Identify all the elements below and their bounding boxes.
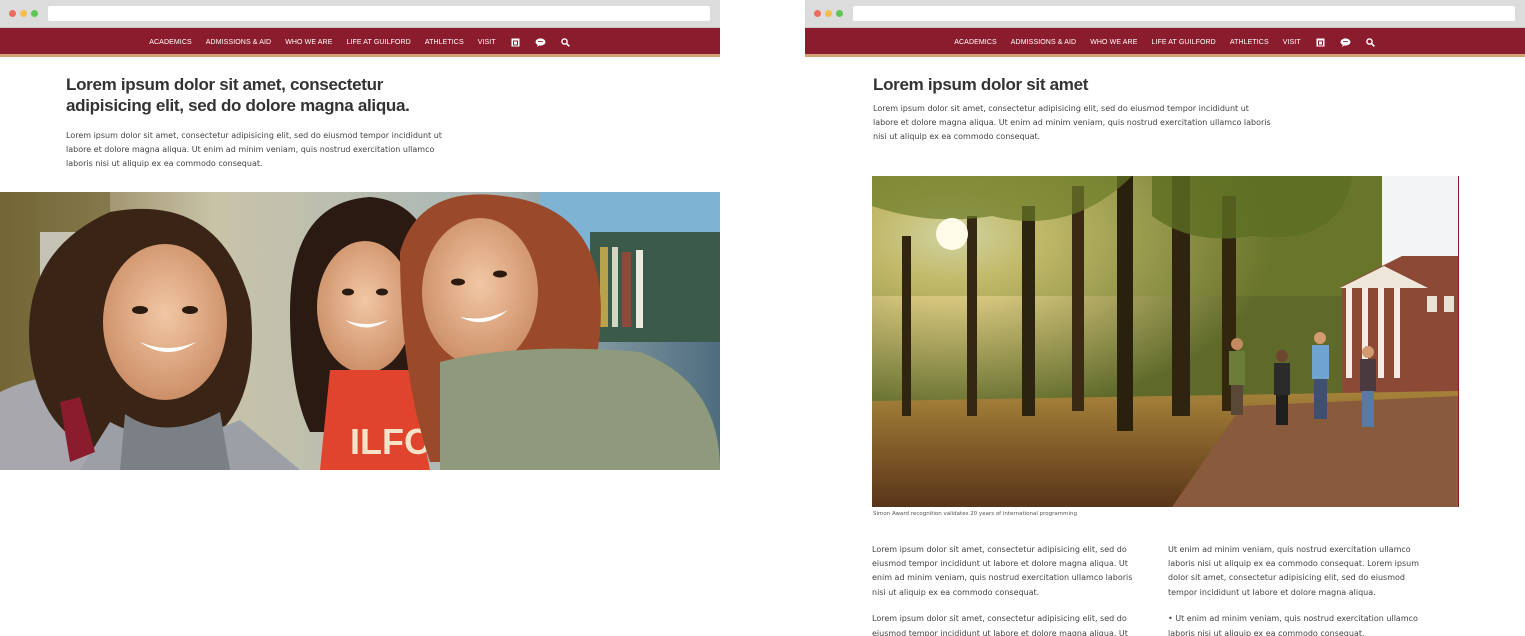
hero-image-students: ILFORD	[0, 192, 720, 470]
intro-paragraph: Lorem ipsum dolor sit amet, consectetur …	[873, 104, 1271, 142]
minimize-window-icon[interactable]	[825, 10, 832, 17]
content-column-left: Lorem ipsum dolor sit amet, consectetur …	[872, 543, 1136, 636]
browser-chrome	[805, 0, 1525, 28]
maximize-window-icon[interactable]	[31, 10, 38, 17]
nav-item-life[interactable]: Life at Guilford	[1151, 39, 1215, 46]
nav-item-visit[interactable]: Visit	[1283, 39, 1301, 46]
nav-item-athletics[interactable]: Athletics	[425, 39, 464, 46]
nav-item-academics[interactable]: Academics	[149, 39, 192, 46]
content-column-right: Ut enim ad minim veniam, quis nostrud ex…	[1168, 543, 1432, 636]
browser-window-right: Academics Admissions & Aid Who We Are Li…	[805, 0, 1525, 636]
page-headline: Lorem ipsum dolor sit amet	[873, 75, 1089, 94]
nav-item-who-we-are[interactable]: Who We Are	[1090, 39, 1137, 46]
nav-item-who-we-are[interactable]: Who We Are	[285, 39, 332, 46]
nav-item-admissions[interactable]: Admissions & Aid	[206, 39, 271, 46]
search-icon[interactable]	[1365, 37, 1376, 48]
nav-item-academics[interactable]: Academics	[954, 39, 997, 46]
main-nav: Academics Admissions & Aid Who We Are Li…	[805, 28, 1525, 57]
main-nav: Academics Admissions & Aid Who We Are Li…	[0, 28, 720, 57]
paragraph: Ut enim ad minim veniam, quis nostrud ex…	[1168, 545, 1419, 597]
nav-item-visit[interactable]: Visit	[478, 39, 496, 46]
intro-paragraph: Lorem ipsum dolor sit amet, consectetur …	[66, 131, 442, 169]
page-headline: Lorem ipsum dolor sit amet, consectetur …	[66, 75, 410, 115]
browser-window-left: Academics Admissions & Aid Who We Are Li…	[0, 0, 720, 636]
chat-icon[interactable]	[535, 37, 546, 48]
nav-item-life[interactable]: Life at Guilford	[346, 39, 410, 46]
minimize-window-icon[interactable]	[20, 10, 27, 17]
browser-chrome	[0, 0, 720, 28]
nav-item-admissions[interactable]: Admissions & Aid	[1011, 39, 1076, 46]
maximize-window-icon[interactable]	[836, 10, 843, 17]
search-icon[interactable]	[560, 37, 571, 48]
paragraph: Lorem ipsum dolor sit amet, consectetur …	[872, 614, 1128, 636]
close-window-icon[interactable]	[814, 10, 821, 17]
calendar-icon[interactable]	[1315, 37, 1326, 48]
chat-icon[interactable]	[1340, 37, 1351, 48]
image-caption: Simon Award recognition validates 20 yea…	[873, 511, 1077, 517]
hero-image-campus	[872, 176, 1459, 507]
address-bar[interactable]	[48, 6, 710, 21]
calendar-icon[interactable]	[510, 37, 521, 48]
address-bar[interactable]	[853, 6, 1515, 21]
nav-item-athletics[interactable]: Athletics	[1230, 39, 1269, 46]
list-item: • Ut enim ad minim veniam, quis nostrud …	[1168, 614, 1418, 636]
close-window-icon[interactable]	[9, 10, 16, 17]
paragraph: Lorem ipsum dolor sit amet, consectetur …	[872, 545, 1133, 597]
